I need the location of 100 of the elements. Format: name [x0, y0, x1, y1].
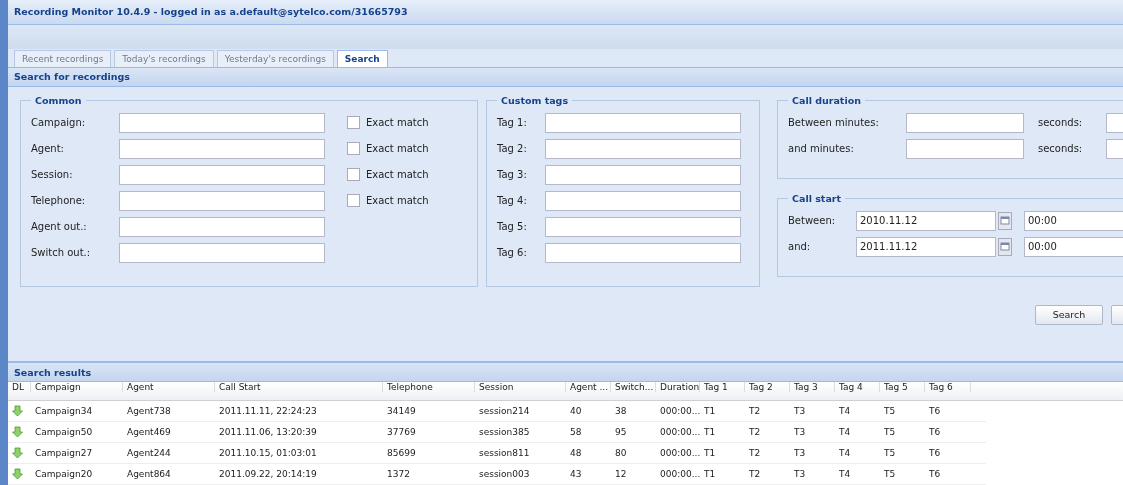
table-cell: Agent469	[127, 427, 171, 437]
table-cell: 38	[615, 406, 627, 416]
table-cell: 48	[570, 448, 582, 458]
table-cell: T1	[704, 406, 716, 416]
table-cell: 1372	[387, 469, 410, 479]
table-cell: T4	[839, 406, 851, 416]
column-header[interactable]: Agent	[123, 382, 215, 392]
column-header[interactable]: Duration	[656, 382, 700, 392]
date-field[interactable]: 2011.11.12	[856, 236, 996, 257]
table-cell: 37769	[387, 427, 416, 437]
checkbox-label: Exact match	[366, 117, 429, 129]
field-label: Tag 5:	[497, 221, 528, 233]
table-cell: Campaign50	[35, 427, 93, 437]
group-title: Call duration	[791, 94, 862, 106]
date-field[interactable]: 2010.11.12	[856, 210, 996, 231]
column-header[interactable]: DL	[8, 382, 31, 392]
table-cell: T4	[839, 448, 851, 458]
table-cell: T3	[794, 469, 806, 479]
table-cell: 2011.11.06, 13:20:39	[219, 427, 317, 437]
table-cell: 12	[615, 469, 627, 479]
table-cell: T3	[794, 406, 806, 416]
table-cell: 2011.11.11, 22:24:23	[219, 406, 317, 416]
time-field[interactable]: 00:00	[1024, 210, 1123, 231]
field-label: Switch out.:	[31, 247, 92, 259]
panel-title: Search results	[14, 366, 92, 378]
table-cell: T5	[884, 427, 896, 437]
group-title: Custom tags	[500, 94, 570, 106]
table-cell: 000:00...	[660, 469, 700, 479]
tab[interactable]: Today's recordings	[114, 49, 214, 67]
checkbox-label: Exact match	[366, 195, 429, 207]
table-cell: T2	[749, 406, 761, 416]
table-cell: 43	[570, 469, 582, 479]
table-cell: T1	[704, 448, 716, 458]
field-label: Tag 4:	[497, 195, 528, 207]
table-cell: 000:00...	[660, 427, 700, 437]
column-header[interactable]: Tag 1	[700, 382, 745, 392]
column-header[interactable]: Tag 2	[745, 382, 790, 392]
table-cell: T2	[749, 448, 761, 458]
table-cell: 000:00...	[660, 406, 700, 416]
column-header[interactable]: Agent ...	[566, 382, 611, 392]
field-label: seconds:	[1038, 117, 1084, 129]
table-cell: T4	[839, 469, 851, 479]
tab[interactable]: Search	[336, 49, 388, 67]
table-cell: session214	[479, 406, 530, 416]
table-cell: session003	[479, 469, 530, 479]
table-cell: 34149	[387, 406, 416, 416]
table-cell: Agent244	[127, 448, 171, 458]
field-label: Tag 3:	[497, 169, 528, 181]
table-cell: T6	[929, 448, 941, 458]
field-label: Tag 2:	[497, 143, 528, 155]
column-header[interactable]: Call Start	[215, 382, 383, 392]
table-cell: T4	[839, 427, 851, 437]
table-cell: T5	[884, 406, 896, 416]
table-cell: Campaign20	[35, 469, 93, 479]
column-header[interactable]: Switch...	[611, 382, 656, 392]
checkbox-label: Exact match	[366, 143, 429, 155]
column-header[interactable]: Telephone	[383, 382, 475, 392]
field-label: Agent out.:	[31, 221, 88, 233]
search-button[interactable]: Search	[1035, 304, 1103, 325]
field-label: Campaign:	[31, 117, 87, 129]
table-cell: T3	[794, 448, 806, 458]
table-cell: 95	[615, 427, 627, 437]
table-cell: T6	[929, 469, 941, 479]
table-cell: session385	[479, 427, 530, 437]
tab[interactable]: Yesterday's recordings	[216, 49, 334, 67]
column-header[interactable]: Campaign	[31, 382, 123, 392]
table-cell: T5	[884, 448, 896, 458]
field-label: Agent:	[31, 143, 65, 155]
table-cell: Agent738	[127, 406, 171, 416]
field-label: Between minutes:	[788, 117, 880, 129]
table-cell: Agent864	[127, 469, 171, 479]
table-cell: 40	[570, 406, 582, 416]
table-cell: Campaign27	[35, 448, 93, 458]
table-cell: 80	[615, 448, 627, 458]
field-label: Tag 1:	[497, 117, 528, 129]
table-cell: T1	[704, 469, 716, 479]
column-header[interactable]: Tag 4	[835, 382, 880, 392]
column-header[interactable]: Tag 5	[880, 382, 925, 392]
table-cell: T6	[929, 406, 941, 416]
field-label: Between:	[788, 215, 837, 227]
table-cell: T5	[884, 469, 896, 479]
column-header[interactable]: Tag 3	[790, 382, 835, 392]
table-cell: T6	[929, 427, 941, 437]
table-cell: 85699	[387, 448, 416, 458]
field-label: Tag 6:	[497, 247, 528, 259]
table-cell: Campaign34	[35, 406, 93, 416]
time-field[interactable]: 00:00	[1024, 236, 1123, 257]
checkbox-label: Exact match	[366, 169, 429, 181]
window-title: Recording Monitor 10.4.9 - logged in as a.default@sytelco.com/31665793	[14, 6, 408, 18]
table-cell: T3	[794, 427, 806, 437]
column-header[interactable]: Tag 6	[925, 382, 971, 392]
column-header[interactable]: Session	[475, 382, 566, 392]
table-cell: 000:00...	[660, 448, 700, 458]
table-cell: 2011.09.22, 20:14:19	[219, 469, 317, 479]
table-cell: T1	[704, 427, 716, 437]
tab[interactable]: Recent recordings	[14, 49, 112, 67]
field-label: Session:	[31, 169, 74, 181]
table-cell: session811	[479, 448, 530, 458]
group-title: Call start	[791, 192, 843, 204]
field-label: seconds:	[1038, 143, 1084, 155]
